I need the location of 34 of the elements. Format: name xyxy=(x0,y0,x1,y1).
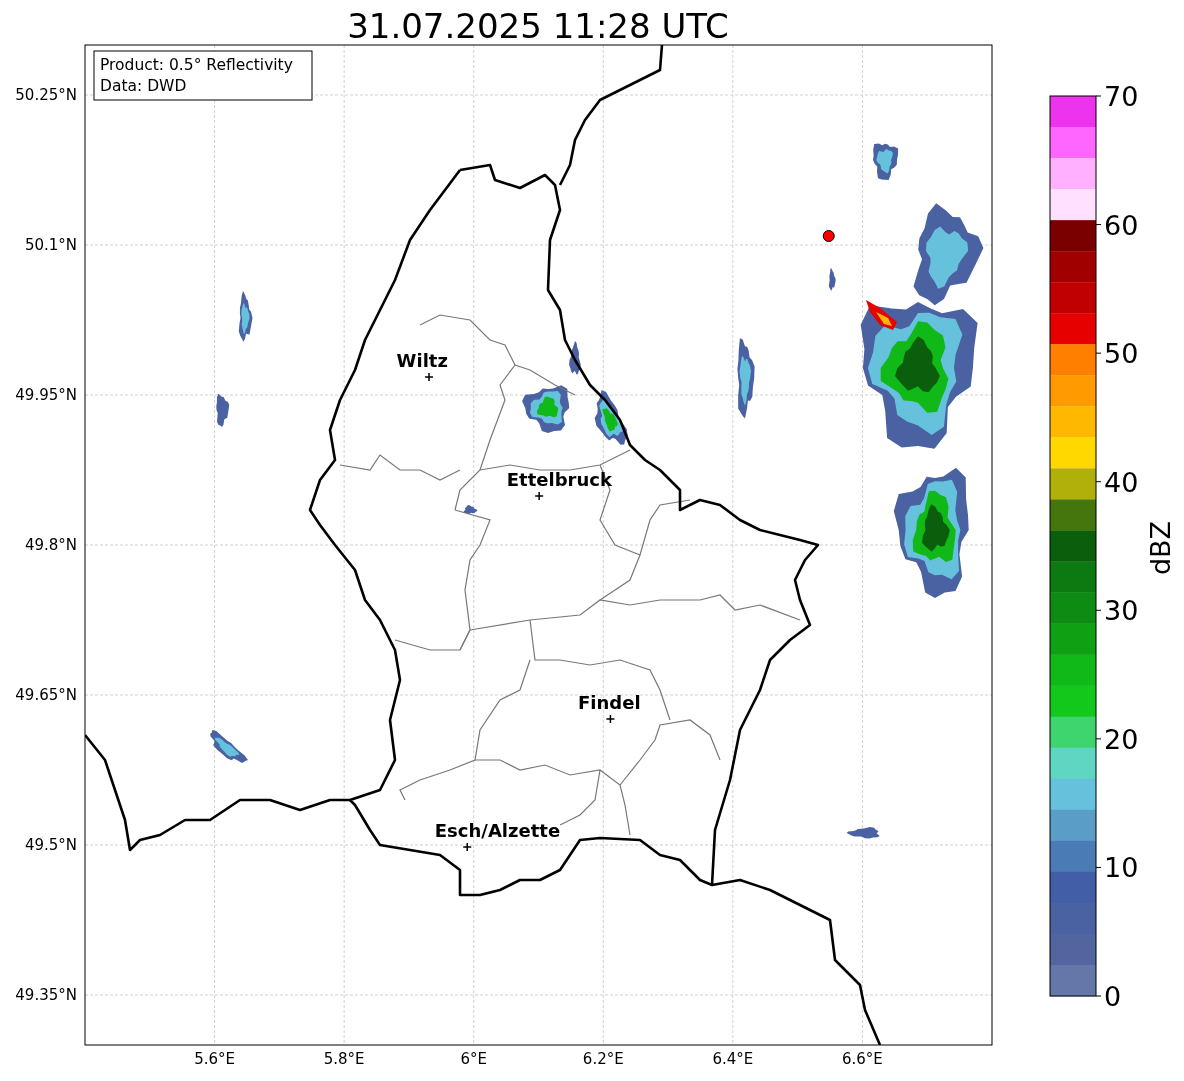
colorbar-label: dBZ xyxy=(1145,520,1176,576)
city-label: Esch/Alzette xyxy=(434,820,561,841)
city-marker-icon xyxy=(424,372,434,382)
axis-tick-label: 6°E xyxy=(460,1050,487,1068)
city-marker-icon xyxy=(534,491,544,501)
station-marker-icon xyxy=(822,230,835,242)
info-text: Product: 0.5° Reflectivity xyxy=(100,56,293,74)
axis-tick-label: 50.25°N xyxy=(15,86,77,104)
axis-tick-label: 49.95°N xyxy=(15,386,77,404)
colorbar-tick-label: 60 xyxy=(1104,209,1139,241)
axis-tick-label: 50.1°N xyxy=(24,236,77,254)
axis-tick-label: 49.65°N xyxy=(15,686,77,704)
colorbar-tick-label: 50 xyxy=(1104,338,1139,370)
colorbar-tick-label: 30 xyxy=(1104,595,1139,627)
axis-tick-label: 49.5°N xyxy=(24,836,77,854)
colorbar-tick-label: 10 xyxy=(1104,852,1139,884)
chart-title: 31.07.2025 11:28 UTC xyxy=(346,5,730,40)
axis-tick-label: 5.8°E xyxy=(323,1050,365,1068)
axis-tick-label: 49.35°N xyxy=(15,986,77,1004)
city-label: Ettelbruck xyxy=(506,469,612,490)
info-text: Data: DWD xyxy=(100,77,187,95)
axis-tick-label: 6.2°E xyxy=(582,1050,624,1068)
axis-tick-label: 6.4°E xyxy=(712,1050,754,1068)
axis-tick-label: 6.6°E xyxy=(842,1050,883,1068)
city-marker-icon xyxy=(605,714,616,724)
city-label: Wiltz xyxy=(396,350,448,371)
axis-tick-label: 5.6°E xyxy=(194,1050,235,1068)
colorbar-tick-label: 40 xyxy=(1104,466,1139,498)
city-label: Findel xyxy=(578,692,641,713)
colorbar-tick-label: 70 xyxy=(1104,81,1139,112)
axis-tick-label: 49.8°N xyxy=(24,536,77,554)
city-marker-icon xyxy=(462,842,472,852)
colorbar-tick-label: 20 xyxy=(1104,723,1139,755)
colorbar-tick-label: 0 xyxy=(1104,981,1122,1012)
